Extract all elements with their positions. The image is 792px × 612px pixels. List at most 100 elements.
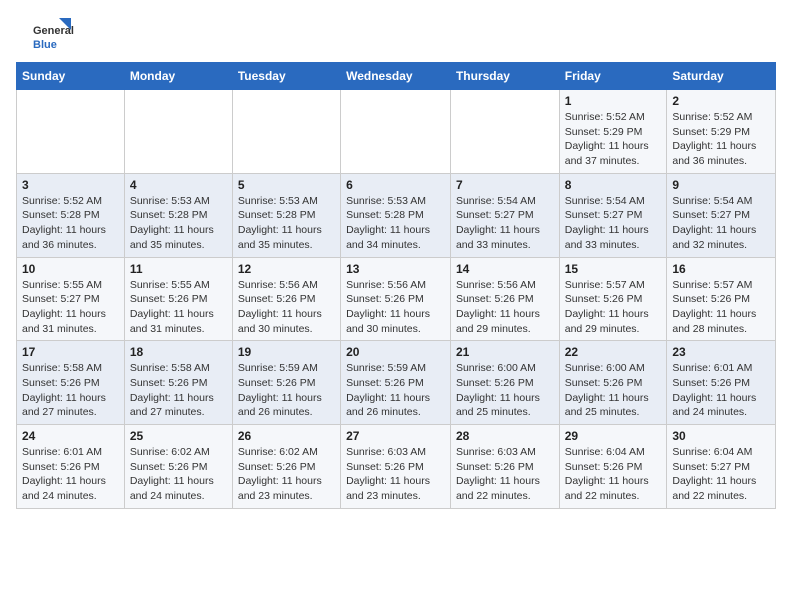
day-info: Sunrise: 5:53 AMSunset: 5:28 PMDaylight:… bbox=[346, 194, 445, 253]
day-number: 21 bbox=[456, 345, 554, 359]
day-number: 9 bbox=[672, 178, 770, 192]
day-info: Sunrise: 5:52 AMSunset: 5:29 PMDaylight:… bbox=[672, 110, 770, 169]
day-cell: 18Sunrise: 5:58 AMSunset: 5:26 PMDayligh… bbox=[124, 341, 232, 425]
col-header-monday: Monday bbox=[124, 63, 232, 90]
day-number: 18 bbox=[130, 345, 227, 359]
day-number: 26 bbox=[238, 429, 335, 443]
day-info: Sunrise: 6:03 AMSunset: 5:26 PMDaylight:… bbox=[456, 445, 554, 504]
day-number: 24 bbox=[22, 429, 119, 443]
week-row-2: 10 Sunrise: 5:55 AMSunset: 5:27 PMDayligh… bbox=[17, 257, 776, 341]
day-cell: 1 Sunrise: 5:52 AMSunset: 5:29 PMDaylight… bbox=[559, 90, 667, 174]
day-info: Sunrise: 5:54 AMSunset: 5:27 PMDaylight:… bbox=[672, 194, 770, 253]
day-number: 13 bbox=[346, 262, 445, 276]
logo: General Blue bbox=[16, 16, 86, 56]
day-info: Sunrise: 5:56 AMSunset: 5:26 PMDaylight:… bbox=[456, 278, 554, 337]
day-cell: 24 Sunrise: 6:01 AMSunset: 5:26 PMDayligh… bbox=[17, 425, 125, 509]
day-info: Sunrise: 5:56 AMSunset: 5:26 PMDaylight:… bbox=[238, 278, 335, 337]
day-cell: 30 Sunrise: 6:04 AMSunset: 5:27 PMDayligh… bbox=[667, 425, 776, 509]
header: General Blue bbox=[16, 16, 776, 56]
logo-icon: General Blue bbox=[16, 16, 86, 56]
day-info: Sunrise: 5:56 AMSunset: 5:26 PMDaylight:… bbox=[346, 278, 445, 337]
day-number: 4 bbox=[130, 178, 227, 192]
day-info: Sunrise: 5:57 AMSunset: 5:26 PMDaylight:… bbox=[565, 278, 662, 337]
day-cell: 9 Sunrise: 5:54 AMSunset: 5:27 PMDaylight… bbox=[667, 173, 776, 257]
day-number: 16 bbox=[672, 262, 770, 276]
week-row-0: 1 Sunrise: 5:52 AMSunset: 5:29 PMDaylight… bbox=[17, 90, 776, 174]
day-number: 15 bbox=[565, 262, 662, 276]
day-info: Sunrise: 5:59 AMSunset: 5:26 PMDaylight:… bbox=[346, 361, 445, 420]
day-cell bbox=[341, 90, 451, 174]
day-cell: 22 Sunrise: 6:00 AMSunset: 5:26 PMDayligh… bbox=[559, 341, 667, 425]
day-number: 29 bbox=[565, 429, 662, 443]
day-number: 23 bbox=[672, 345, 770, 359]
day-number: 20 bbox=[346, 345, 445, 359]
day-cell: 23 Sunrise: 6:01 AMSunset: 5:26 PMDayligh… bbox=[667, 341, 776, 425]
day-info: Sunrise: 5:53 AMSunset: 5:28 PMDaylight:… bbox=[130, 194, 227, 253]
day-info: Sunrise: 6:02 AMSunset: 5:26 PMDaylight:… bbox=[238, 445, 335, 504]
day-info: Sunrise: 6:02 AMSunset: 5:26 PMDaylight:… bbox=[130, 445, 227, 504]
col-header-tuesday: Tuesday bbox=[232, 63, 340, 90]
col-header-thursday: Thursday bbox=[450, 63, 559, 90]
day-number: 17 bbox=[22, 345, 119, 359]
day-info: Sunrise: 5:53 AMSunset: 5:28 PMDaylight:… bbox=[238, 194, 335, 253]
day-cell: 11 Sunrise: 5:55 AMSunset: 5:26 PMDayligh… bbox=[124, 257, 232, 341]
day-info: Sunrise: 5:54 AMSunset: 5:27 PMDaylight:… bbox=[565, 194, 662, 253]
svg-text:Blue: Blue bbox=[33, 39, 57, 51]
day-number: 5 bbox=[238, 178, 335, 192]
day-number: 7 bbox=[456, 178, 554, 192]
day-info: Sunrise: 5:57 AMSunset: 5:26 PMDaylight:… bbox=[672, 278, 770, 337]
day-cell: 16 Sunrise: 5:57 AMSunset: 5:26 PMDayligh… bbox=[667, 257, 776, 341]
day-cell: 29 Sunrise: 6:04 AMSunset: 5:26 PMDayligh… bbox=[559, 425, 667, 509]
day-info: Sunrise: 6:00 AMSunset: 5:26 PMDaylight:… bbox=[565, 361, 662, 420]
day-number: 10 bbox=[22, 262, 119, 276]
day-number: 27 bbox=[346, 429, 445, 443]
day-cell: 20 Sunrise: 5:59 AMSunset: 5:26 PMDayligh… bbox=[341, 341, 451, 425]
day-cell bbox=[450, 90, 559, 174]
day-number: 12 bbox=[238, 262, 335, 276]
day-info: Sunrise: 6:03 AMSunset: 5:26 PMDaylight:… bbox=[346, 445, 445, 504]
day-info: Sunrise: 5:55 AMSunset: 5:26 PMDaylight:… bbox=[130, 278, 227, 337]
day-info: Sunrise: 6:01 AMSunset: 5:26 PMDaylight:… bbox=[22, 445, 119, 504]
day-cell: 4 Sunrise: 5:53 AMSunset: 5:28 PMDaylight… bbox=[124, 173, 232, 257]
day-number: 19 bbox=[238, 345, 335, 359]
day-info: Sunrise: 5:54 AMSunset: 5:27 PMDaylight:… bbox=[456, 194, 554, 253]
day-info: Sunrise: 5:52 AMSunset: 5:28 PMDaylight:… bbox=[22, 194, 119, 253]
day-cell bbox=[124, 90, 232, 174]
day-cell: 25 Sunrise: 6:02 AMSunset: 5:26 PMDayligh… bbox=[124, 425, 232, 509]
day-info: Sunrise: 5:58 AMSunset: 5:26 PMDaylight:… bbox=[22, 361, 119, 420]
day-cell: 3Sunrise: 5:52 AMSunset: 5:28 PMDaylight… bbox=[17, 173, 125, 257]
day-info: Sunrise: 6:04 AMSunset: 5:27 PMDaylight:… bbox=[672, 445, 770, 504]
day-cell: 19 Sunrise: 5:59 AMSunset: 5:26 PMDayligh… bbox=[232, 341, 340, 425]
day-number: 2 bbox=[672, 94, 770, 108]
day-cell: 2 Sunrise: 5:52 AMSunset: 5:29 PMDaylight… bbox=[667, 90, 776, 174]
day-cell bbox=[17, 90, 125, 174]
day-number: 14 bbox=[456, 262, 554, 276]
day-number: 11 bbox=[130, 262, 227, 276]
week-row-3: 17 Sunrise: 5:58 AMSunset: 5:26 PMDayligh… bbox=[17, 341, 776, 425]
day-number: 1 bbox=[565, 94, 662, 108]
day-number: 22 bbox=[565, 345, 662, 359]
day-cell bbox=[232, 90, 340, 174]
day-info: Sunrise: 6:00 AMSunset: 5:26 PMDaylight:… bbox=[456, 361, 554, 420]
day-cell: 5 Sunrise: 5:53 AMSunset: 5:28 PMDaylight… bbox=[232, 173, 340, 257]
col-header-wednesday: Wednesday bbox=[341, 63, 451, 90]
day-cell: 12 Sunrise: 5:56 AMSunset: 5:26 PMDayligh… bbox=[232, 257, 340, 341]
day-cell: 21 Sunrise: 6:00 AMSunset: 5:26 PMDayligh… bbox=[450, 341, 559, 425]
week-row-4: 24 Sunrise: 6:01 AMSunset: 5:26 PMDayligh… bbox=[17, 425, 776, 509]
day-number: 6 bbox=[346, 178, 445, 192]
page: General Blue SundayMondayTuesdayWednesda… bbox=[0, 0, 792, 519]
day-info: Sunrise: 6:04 AMSunset: 5:26 PMDaylight:… bbox=[565, 445, 662, 504]
day-info: Sunrise: 5:59 AMSunset: 5:26 PMDaylight:… bbox=[238, 361, 335, 420]
day-number: 8 bbox=[565, 178, 662, 192]
col-header-friday: Friday bbox=[559, 63, 667, 90]
day-cell: 8 Sunrise: 5:54 AMSunset: 5:27 PMDaylight… bbox=[559, 173, 667, 257]
day-cell: 15 Sunrise: 5:57 AMSunset: 5:26 PMDayligh… bbox=[559, 257, 667, 341]
calendar-header-row: SundayMondayTuesdayWednesdayThursdayFrid… bbox=[17, 63, 776, 90]
col-header-saturday: Saturday bbox=[667, 63, 776, 90]
day-info: Sunrise: 6:01 AMSunset: 5:26 PMDaylight:… bbox=[672, 361, 770, 420]
day-info: Sunrise: 5:52 AMSunset: 5:29 PMDaylight:… bbox=[565, 110, 662, 169]
day-cell: 14 Sunrise: 5:56 AMSunset: 5:26 PMDayligh… bbox=[450, 257, 559, 341]
day-info: Sunrise: 5:55 AMSunset: 5:27 PMDaylight:… bbox=[22, 278, 119, 337]
day-number: 25 bbox=[130, 429, 227, 443]
day-number: 30 bbox=[672, 429, 770, 443]
